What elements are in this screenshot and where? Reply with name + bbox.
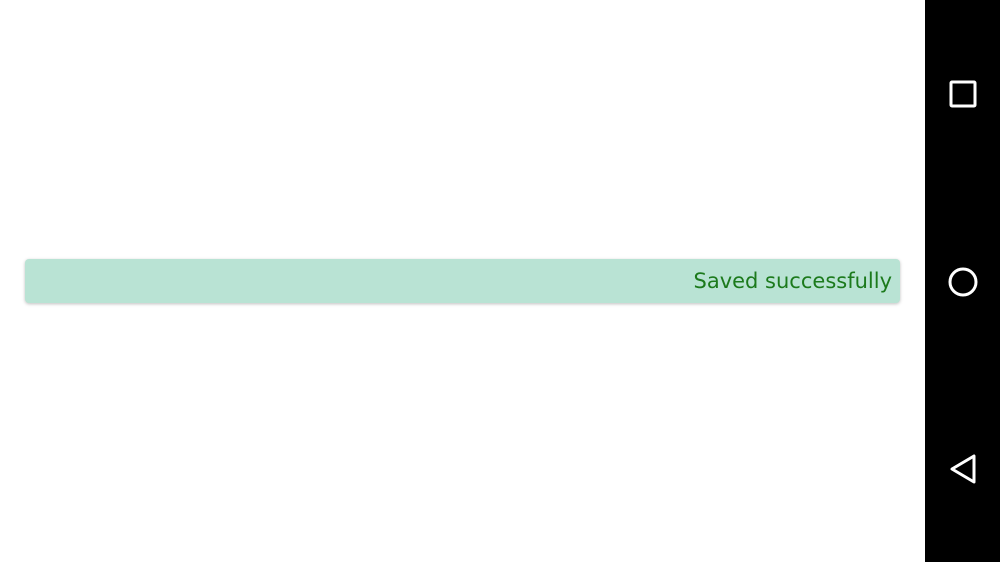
screen: Saved successfully: [0, 0, 1000, 562]
circle-icon: [948, 267, 977, 296]
square-icon: [949, 80, 976, 107]
back-button[interactable]: [937, 443, 988, 494]
system-navigation-bar: [925, 0, 1000, 562]
success-toast: Saved successfully: [25, 259, 900, 303]
toast-message: Saved successfully: [693, 269, 893, 293]
recents-button[interactable]: [937, 68, 988, 119]
triangle-back-icon: [950, 454, 975, 483]
home-button[interactable]: [937, 256, 988, 307]
app-content: Saved successfully: [0, 0, 925, 562]
